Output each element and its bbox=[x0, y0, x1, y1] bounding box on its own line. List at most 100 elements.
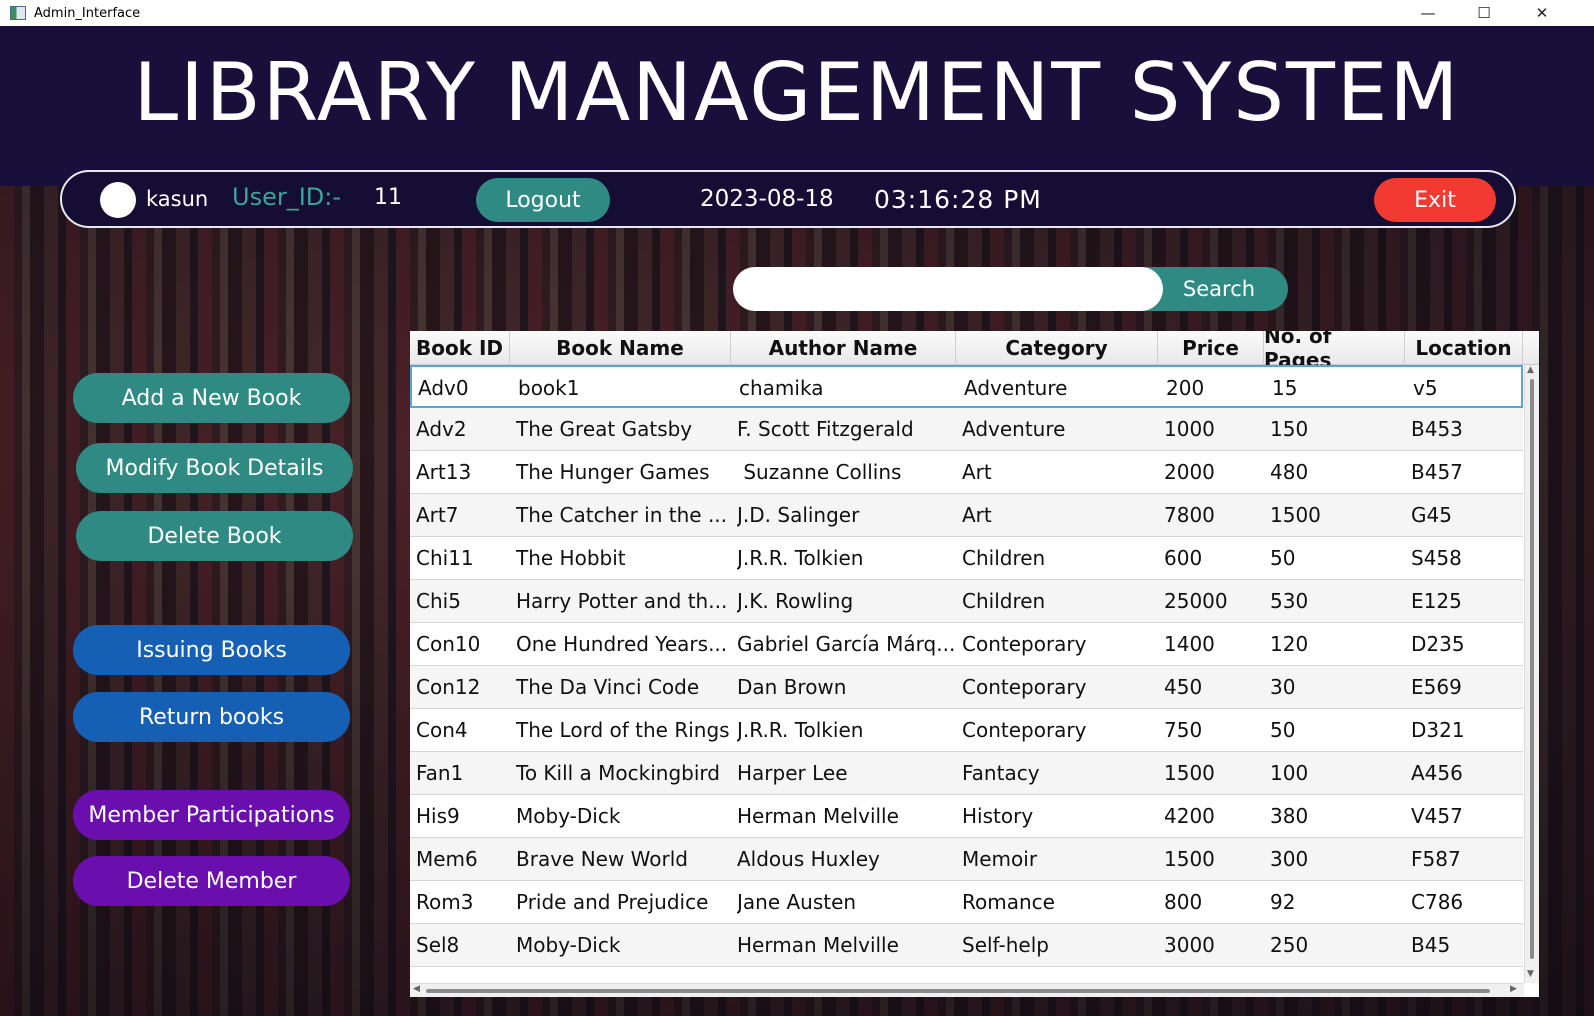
page-title: LIBRARY MANAGEMENT SYSTEM bbox=[133, 46, 1461, 139]
table-cell: J.R.R. Tolkien bbox=[737, 718, 864, 742]
horizontal-scrollbar[interactable]: ◀ ▶ bbox=[410, 983, 1524, 997]
table-cell: Herman Melville bbox=[737, 933, 899, 957]
avatar bbox=[100, 182, 136, 218]
vertical-scrollbar[interactable]: ▲ ▼ bbox=[1524, 365, 1539, 983]
delete-member-button[interactable]: Delete Member bbox=[73, 856, 350, 906]
table-row[interactable]: Con10 One Hundred Years... Gabriel García … bbox=[410, 623, 1523, 666]
column-header[interactable]: Book ID bbox=[410, 331, 510, 365]
table-cell: C786 bbox=[1411, 890, 1464, 914]
books-table[interactable]: Book ID Book Name Author Name Category Price… bbox=[410, 331, 1539, 997]
table-row[interactable]: Fan1 To Kill a Mockingbird Harper Lee Fanta… bbox=[410, 752, 1523, 795]
minimize-icon[interactable]: — bbox=[1400, 0, 1456, 26]
logout-button[interactable]: Logout bbox=[476, 178, 610, 222]
member-participations-button[interactable]: Member Participations bbox=[73, 790, 350, 840]
table-cell: 600 bbox=[1164, 546, 1203, 570]
table-cell: The Great Gatsby bbox=[516, 417, 693, 441]
table-cell: B45 bbox=[1411, 933, 1451, 957]
column-header[interactable]: Author Name bbox=[731, 331, 956, 365]
horizontal-scroll-thumb[interactable] bbox=[426, 989, 1490, 993]
column-header[interactable]: Price bbox=[1158, 331, 1264, 365]
table-cell: 2000 bbox=[1164, 460, 1215, 484]
table-row[interactable]: Con4 The Lord of the Rings J.R.R. Tolkien C… bbox=[410, 709, 1523, 752]
table-cell: 380 bbox=[1270, 804, 1309, 828]
table-cell: 300 bbox=[1270, 847, 1309, 871]
table-cell: 250 bbox=[1270, 933, 1309, 957]
table-cell: F. Scott Fitzgerald bbox=[737, 417, 914, 441]
table-cell: chamika bbox=[739, 376, 824, 400]
table-row[interactable]: Adv2 The Great Gatsby F. Scott Fitzgerald A… bbox=[410, 408, 1523, 451]
table-cell: 100 bbox=[1270, 761, 1309, 785]
close-icon[interactable]: ✕ bbox=[1514, 0, 1570, 26]
table-row[interactable]: Con12 The Da Vinci Code Dan Brown Contepora… bbox=[410, 666, 1523, 709]
table-cell: Memoir bbox=[962, 847, 1038, 871]
table-cell: D321 bbox=[1411, 718, 1465, 742]
table-cell: 1400 bbox=[1164, 632, 1215, 656]
table-row[interactable]: Chi11 The Hobbit J.R.R. Tolkien Children 600… bbox=[410, 537, 1523, 580]
table-cell: 92 bbox=[1270, 890, 1296, 914]
delete-book-button[interactable]: Delete Book bbox=[76, 511, 353, 561]
scroll-up-icon[interactable]: ▲ bbox=[1527, 365, 1534, 375]
table-cell: Mem6 bbox=[416, 847, 478, 871]
return-books-button[interactable]: Return books bbox=[73, 692, 350, 742]
table-cell: Art7 bbox=[416, 503, 459, 527]
table-cell: Pride and Prejudice bbox=[516, 890, 709, 914]
table-cell: Chi5 bbox=[416, 589, 461, 613]
table-cell: 530 bbox=[1270, 589, 1309, 613]
table-cell: B457 bbox=[1411, 460, 1463, 484]
table-cell: J.R.R. Tolkien bbox=[737, 546, 864, 570]
table-cell: Aldous Huxley bbox=[737, 847, 880, 871]
scroll-down-icon[interactable]: ▼ bbox=[1527, 969, 1534, 979]
table-row[interactable]: Adv0 book1 chamika Adventure 200 15 v5 bbox=[410, 365, 1523, 408]
table-cell: 50 bbox=[1270, 718, 1296, 742]
current-date: 2023-08-18 bbox=[700, 186, 834, 212]
window-title: Admin_Interface bbox=[34, 5, 141, 21]
table-cell: Chi11 bbox=[416, 546, 474, 570]
column-header[interactable]: Book Name bbox=[510, 331, 731, 365]
username: kasun bbox=[146, 187, 209, 211]
table-cell: S458 bbox=[1411, 546, 1462, 570]
table-row[interactable]: Mem6 Brave New World Aldous Huxley Memoir 15… bbox=[410, 838, 1523, 881]
table-cell: 30 bbox=[1270, 675, 1296, 699]
table-cell: Conteporary bbox=[962, 632, 1087, 656]
table-row[interactable]: Chi5 Harry Potter and th... J.K. Rowling Ch… bbox=[410, 580, 1523, 623]
vertical-scroll-thumb[interactable] bbox=[1530, 379, 1534, 959]
table-cell: Suzanne Collins bbox=[737, 460, 902, 484]
search-input[interactable] bbox=[733, 267, 1163, 311]
user-info-bar: kasun User_ID:- 11 Logout 2023-08-18 03:… bbox=[60, 170, 1516, 228]
table-row[interactable]: Rom3 Pride and Prejudice Jane Austen Romanc… bbox=[410, 881, 1523, 924]
table-cell: Adventure bbox=[962, 417, 1066, 441]
column-header[interactable]: Location bbox=[1405, 331, 1523, 365]
table-cell: 120 bbox=[1270, 632, 1309, 656]
table-cell: 1000 bbox=[1164, 417, 1215, 441]
table-cell: Con10 bbox=[416, 632, 481, 656]
exit-button[interactable]: Exit bbox=[1374, 178, 1496, 222]
scroll-left-icon[interactable]: ◀ bbox=[413, 984, 420, 994]
maximize-icon[interactable]: ☐ bbox=[1456, 0, 1512, 26]
table-cell: 800 bbox=[1164, 890, 1203, 914]
table-cell: B453 bbox=[1411, 417, 1463, 441]
table-cell: To Kill a Mockingbird bbox=[516, 761, 720, 785]
table-cell: Children bbox=[962, 546, 1046, 570]
table-cell: Con4 bbox=[416, 718, 468, 742]
issuing-books-button[interactable]: Issuing Books bbox=[73, 625, 350, 675]
column-header[interactable]: No. of Pages bbox=[1264, 331, 1405, 372]
table-cell: v5 bbox=[1413, 376, 1438, 400]
table-row[interactable]: Art7 The Catcher in the ... J.D. Salinger A… bbox=[410, 494, 1523, 537]
table-cell: The Lord of the Rings bbox=[516, 718, 729, 742]
table-row[interactable]: His9 Moby-Dick Herman Melville History 4200 3… bbox=[410, 795, 1523, 838]
table-cell: Harry Potter and th... bbox=[516, 589, 728, 613]
table-cell: Conteporary bbox=[962, 718, 1087, 742]
table-row[interactable]: Art13 The Hunger Games Suzanne Collins Art… bbox=[410, 451, 1523, 494]
table-cell: Art13 bbox=[416, 460, 472, 484]
add-new-book-button[interactable]: Add a New Book bbox=[73, 373, 350, 423]
table-cell: F587 bbox=[1411, 847, 1461, 871]
table-cell: The Catcher in the ... bbox=[516, 503, 728, 527]
table-row[interactable]: Sel8 Moby-Dick Herman Melville Self-help 300… bbox=[410, 924, 1523, 967]
scroll-right-icon[interactable]: ▶ bbox=[1510, 984, 1517, 994]
column-header[interactable]: Category bbox=[956, 331, 1158, 365]
modify-book-details-button[interactable]: Modify Book Details bbox=[76, 443, 353, 493]
table-cell: 3000 bbox=[1164, 933, 1215, 957]
table-cell: D235 bbox=[1411, 632, 1465, 656]
table-cell: Con12 bbox=[416, 675, 481, 699]
table-cell: Adv2 bbox=[416, 417, 467, 441]
